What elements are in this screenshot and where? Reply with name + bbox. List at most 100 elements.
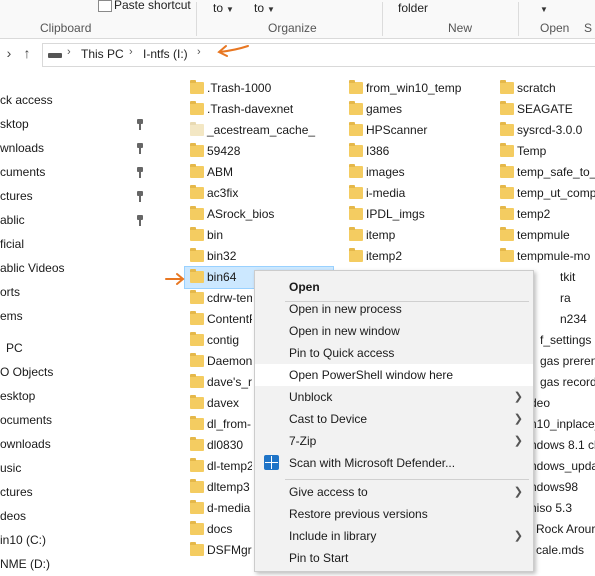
folder-item[interactable]: ASrock_bios xyxy=(190,204,330,225)
menu-item-include-library[interactable]: Include in library ❯ xyxy=(255,525,533,547)
folder-item[interactable]: ABM xyxy=(190,162,330,183)
folder-item[interactable]: d-media xyxy=(190,498,252,519)
folder-item[interactable]: cdrw-tem xyxy=(190,288,252,309)
nav-item-downloads[interactable]: wnloads xyxy=(0,136,44,160)
new-folder-button[interactable]: folder xyxy=(398,1,428,15)
folder-item[interactable]: .Trash-1000 xyxy=(190,78,330,99)
menu-item-open[interactable]: Open xyxy=(255,276,533,298)
folder-item[interactable]: dltemp3 xyxy=(190,477,252,498)
folder-item[interactable]: davex xyxy=(190,393,252,414)
nav-item-public-videos[interactable]: ablic Videos xyxy=(0,256,65,280)
folder-item[interactable]: tempmule-mo xyxy=(500,246,595,267)
menu-item-7zip[interactable]: 7-Zip ❯ xyxy=(255,430,533,452)
menu-item-cast-to-device[interactable]: Cast to Device ❯ xyxy=(255,408,533,430)
folder-item[interactable]: IPDL_imgs xyxy=(349,204,489,225)
chevron-right-icon[interactable]: › xyxy=(197,46,201,58)
folder-item-partial[interactable]: niso 5.3 xyxy=(530,498,595,519)
folder-item-partial[interactable]: ra xyxy=(560,288,595,309)
folder-item[interactable]: scratch xyxy=(500,78,595,99)
folder-item[interactable]: DSFMgrb xyxy=(190,540,252,561)
nav-item-items[interactable]: ems xyxy=(0,304,23,328)
folder-item-partial[interactable]: ndows_upda xyxy=(530,456,595,477)
folder-item-partial[interactable]: gas prerende xyxy=(540,351,595,372)
address-bar[interactable]: › This PC › I-ntfs (I:) › xyxy=(42,43,595,67)
folder-item[interactable]: contig xyxy=(190,330,252,351)
folder-item[interactable]: _acestream_cache_ xyxy=(190,120,330,141)
folder-item[interactable]: ac3fix xyxy=(190,183,330,204)
nav-item-pictures[interactable]: ctures xyxy=(0,184,33,208)
menu-item-give-access[interactable]: Give access to ❯ xyxy=(255,481,533,503)
copy-to-button[interactable]: to ▼ xyxy=(254,1,275,15)
nav-item-this-pc[interactable]: PC xyxy=(6,336,23,360)
folder-item-partial[interactable]: Rock Arour xyxy=(536,519,595,540)
menu-item-open-new-process[interactable]: Open in new process xyxy=(255,298,533,320)
folder-item[interactable]: dl-temp2 xyxy=(190,456,252,477)
folder-item[interactable]: sysrcd-3.0.0 xyxy=(500,120,595,141)
properties-button[interactable]: ▼ xyxy=(540,1,548,15)
folder-item-partial[interactable]: n234 xyxy=(560,309,595,330)
folder-item[interactable]: i-media xyxy=(349,183,489,204)
folder-item-partial[interactable]: deo xyxy=(530,393,595,414)
move-to-button[interactable]: to ▼ xyxy=(213,1,234,15)
folder-item[interactable]: ContentP xyxy=(190,309,252,330)
folder-item[interactable]: temp2 xyxy=(500,204,595,225)
folder-item[interactable]: 59428 xyxy=(190,141,330,162)
nav-item-win10-drive[interactable]: in10 (C:) xyxy=(0,528,46,552)
folder-item[interactable]: dave's_re xyxy=(190,372,252,393)
folder-item[interactable]: HPScanner xyxy=(349,120,489,141)
menu-item-pin-to-start[interactable]: Pin to Start xyxy=(255,547,533,569)
breadcrumb-this-pc[interactable]: This PC xyxy=(81,47,124,61)
nav-item-quick-access[interactable]: ck access xyxy=(0,88,53,112)
folder-item[interactable]: from_win10_temp xyxy=(349,78,489,99)
folder-item[interactable]: games xyxy=(349,99,489,120)
folder-item[interactable]: itemp xyxy=(349,225,489,246)
folder-item[interactable]: images xyxy=(349,162,489,183)
up-arrow-icon[interactable]: ↑ xyxy=(18,43,36,63)
folder-item-partial[interactable]: ndows 8.1 cl xyxy=(530,435,595,456)
nav-item-reports[interactable]: orts xyxy=(0,280,20,304)
nav-item-desktop-pc[interactable]: esktop xyxy=(0,384,35,408)
folder-item-partial[interactable]: n10_inplace_ xyxy=(530,414,595,435)
folder-item[interactable]: tempmule xyxy=(500,225,595,246)
folder-item[interactable]: Temp xyxy=(500,141,595,162)
folder-item-partial[interactable]: cale.mds xyxy=(536,540,595,561)
folder-item[interactable]: dl_from- xyxy=(190,414,252,435)
nav-item-music[interactable]: usic xyxy=(0,456,21,480)
folder-item-partial[interactable]: tkit xyxy=(560,267,595,288)
folder-item[interactable]: SEAGATE xyxy=(500,99,595,120)
menu-item-unblock[interactable]: Unblock ❯ xyxy=(255,386,533,408)
folder-item[interactable]: bin xyxy=(190,225,330,246)
folder-item[interactable]: bin32 xyxy=(190,246,330,267)
menu-item-restore-versions[interactable]: Restore previous versions xyxy=(255,503,533,525)
menu-item-open-new-window[interactable]: Open in new window xyxy=(255,320,533,342)
nav-item-nvme-drive[interactable]: NME (D:) xyxy=(0,552,50,576)
paste-shortcut-button[interactable]: Paste shortcut xyxy=(114,0,191,12)
nav-item-documents[interactable]: cuments xyxy=(0,160,45,184)
folder-item-partial[interactable]: gas recordec xyxy=(540,372,595,393)
nav-item-3d-objects[interactable]: O Objects xyxy=(0,360,53,384)
chevron-right-icon[interactable]: › xyxy=(67,46,71,58)
folder-item[interactable]: dl0830 xyxy=(190,435,252,456)
breadcrumb-drive[interactable]: I-ntfs (I:) xyxy=(143,47,188,61)
nav-item-desktop[interactable]: sktop xyxy=(0,112,29,136)
folder-item[interactable]: temp_safe_to_ xyxy=(500,162,595,183)
nav-item-official[interactable]: ficial xyxy=(0,232,24,256)
folder-item[interactable]: I386 xyxy=(349,141,489,162)
folder-item[interactable]: itemp2 xyxy=(349,246,489,267)
menu-item-open-powershell[interactable]: Open PowerShell window here xyxy=(255,364,533,386)
folder-item[interactable]: .Trash-davexnet xyxy=(190,99,330,120)
folder-item[interactable]: Daemon xyxy=(190,351,252,372)
forward-arrow-icon[interactable]: › xyxy=(0,43,18,63)
folder-item-partial[interactable]: ndows98 xyxy=(530,477,595,498)
folder-item[interactable]: docs xyxy=(190,519,252,540)
nav-item-videos[interactable]: deos xyxy=(0,504,26,528)
nav-item-downloads-pc[interactable]: ownloads xyxy=(0,432,51,456)
folder-item-partial[interactable]: f_settings xyxy=(540,330,595,351)
menu-item-pin-quick-access[interactable]: Pin to Quick access xyxy=(255,342,533,364)
nav-item-pictures-pc[interactable]: ctures xyxy=(0,480,33,504)
menu-item-scan-defender[interactable]: Scan with Microsoft Defender... xyxy=(255,452,533,474)
folder-item[interactable]: temp_ut_comp xyxy=(500,183,595,204)
nav-item-documents-pc[interactable]: ocuments xyxy=(0,408,52,432)
chevron-right-icon[interactable]: › xyxy=(129,46,133,58)
nav-item-public[interactable]: ablic xyxy=(0,208,25,232)
